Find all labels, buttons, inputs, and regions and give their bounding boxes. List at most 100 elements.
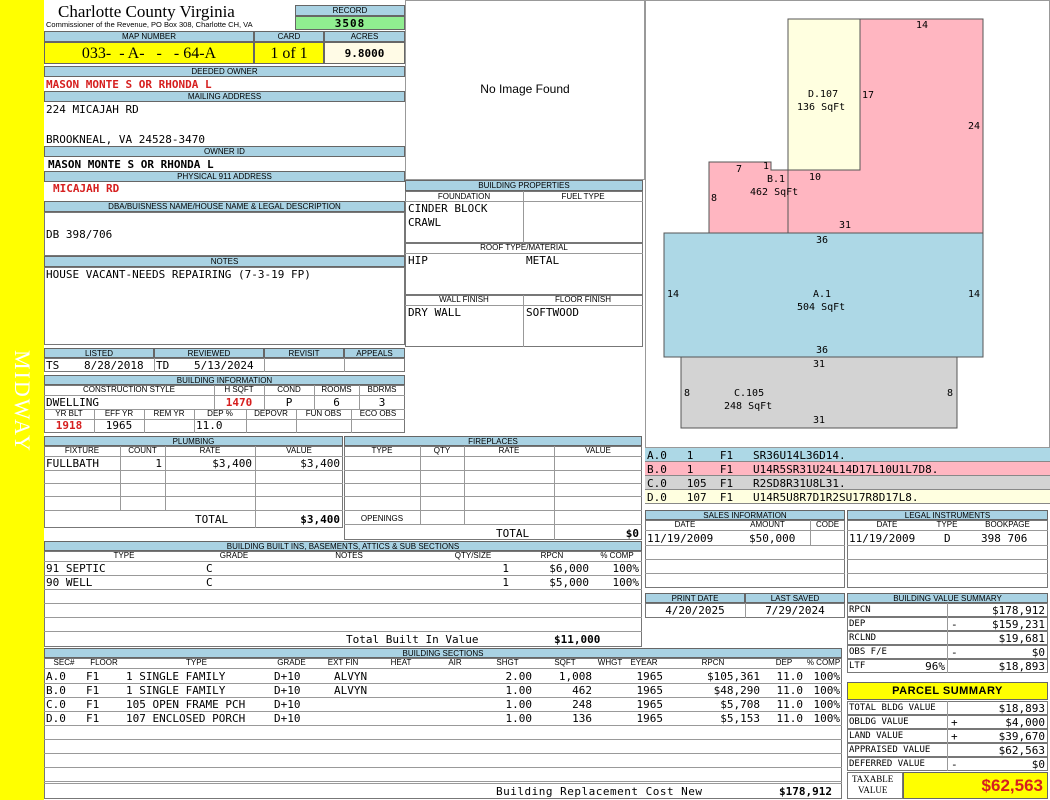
- sales-amount: $50,000: [749, 532, 796, 545]
- sec-row3-grade: D+10: [274, 698, 301, 711]
- bi-row1-type: 91 SEPTIC: [46, 562, 106, 575]
- vector-text-a: A.0 1 F1 SR36U14L36D14.: [647, 449, 846, 462]
- sec-h-grade: GRADE: [277, 658, 306, 667]
- li-h-type: TYPE: [936, 520, 958, 529]
- plumb-h-fixture: FIXTURE: [64, 446, 100, 455]
- sec-row3-floor: F1: [86, 698, 100, 711]
- sec-row3-sec: C.0: [46, 698, 66, 711]
- dim-c-top: 31: [813, 359, 826, 370]
- li-date: 11/19/2009: [849, 532, 916, 545]
- parcel-summary-value: $0: [1031, 758, 1045, 771]
- builtins-label: BUILDING BUILT INS, BASEMENTS, ATTICS & …: [44, 541, 642, 551]
- sec-row4-shgt: 1.00: [505, 712, 533, 725]
- side-label: MIDWAY: [10, 350, 35, 453]
- foundation-line1: CINDER BLOCK: [408, 202, 488, 215]
- plumbing-label: PLUMBING: [44, 436, 343, 446]
- sec-h-whgt: WHGT: [597, 658, 623, 667]
- sec-row1-type: 1 SINGLE FAMILY: [126, 670, 226, 683]
- bi-total: $11,000: [554, 633, 601, 646]
- sec-row1-shgt: 2.00: [505, 670, 533, 683]
- mailing-line2: BROOKNEAL, VA 24528-3470: [46, 133, 205, 146]
- owner-id-label: OWNER ID: [44, 146, 405, 157]
- fire-h-qty: QTY: [433, 446, 451, 455]
- sec-row2-sec: B.0: [46, 684, 66, 697]
- sales-h-date: DATE: [674, 520, 696, 529]
- sales-h-code: CODE: [815, 520, 840, 529]
- sec-row4-sqft: 136: [572, 712, 592, 725]
- vector-text-d: D.0 107 F1 U14R5U8R7D1R2SU17R8D17L8.: [647, 491, 919, 504]
- parcel-summary-key: TOTAL BLDG VALUE: [849, 703, 936, 713]
- commissioner-address: Commissioner of the Revenue, PO Box 308,…: [46, 20, 253, 29]
- sec-row1-extfin: ALVYN: [334, 670, 368, 683]
- floor-label: FLOOR FINISH: [554, 295, 611, 304]
- fire-h-type: TYPE: [371, 446, 393, 455]
- dim-b-31: 31: [839, 220, 852, 231]
- sec-row1-dep: 11.0: [776, 670, 804, 683]
- bi-h-comp: % COMP: [600, 551, 634, 560]
- sec-h-sqft: SQFT: [554, 658, 576, 667]
- bi-h-qty: QTY/SIZE: [454, 551, 492, 560]
- roof-label: ROOF TYPE/MATERIAL: [480, 243, 568, 252]
- sec-row3-dep: 11.0: [776, 698, 804, 711]
- sketch-a-area: 504 SqFt: [797, 302, 846, 313]
- plumb-value: $3,400: [300, 457, 340, 470]
- parcel-summary-key: DEFERRED VALUE: [849, 759, 925, 769]
- listed-label: LISTED: [44, 348, 154, 358]
- vector-row-b: B.0 1 F1 U14R5SR31U24L14D17L10U1L7D8.: [645, 462, 1050, 476]
- roof-type: HIP: [408, 254, 428, 267]
- record-label: RECORD: [295, 5, 405, 16]
- bi-row2-comp: 100%: [612, 576, 640, 589]
- hsqft-value: 1470: [225, 396, 253, 409]
- fire-openings-label: OPENINGS: [360, 514, 404, 523]
- parcel-summary-title: PARCEL SUMMARY: [847, 682, 1048, 700]
- record-value: 3508: [295, 16, 405, 30]
- sec-row4-dep: 11.0: [776, 712, 804, 725]
- bi-row2-qty: 1: [502, 576, 509, 589]
- bi-row1-grade: C: [206, 562, 213, 575]
- sec-h-comp: % COMP: [806, 658, 841, 667]
- sec-h-floor: FLOOR: [90, 658, 118, 667]
- sec-row1-eyear: 1965: [636, 670, 664, 683]
- dim-d-top: 14: [916, 20, 929, 31]
- li-type: D: [944, 532, 951, 545]
- value-summary-value: $178,912: [992, 604, 1045, 617]
- sections-label: BUILDING SECTIONS: [44, 648, 842, 658]
- bdrms-label: BDRMS: [367, 385, 397, 394]
- value-summary-key: RCLND: [849, 633, 877, 643]
- sec-row4-rpcn: $5,153: [720, 712, 760, 725]
- map-number-label: MAP NUMBER: [44, 31, 254, 42]
- parcel-summary-value: $62,563: [998, 744, 1045, 757]
- mailing-address-label: MAILING ADDRESS: [44, 91, 405, 102]
- acres-value: 9.8000: [324, 42, 405, 64]
- plumb-h-value: VALUE: [286, 446, 312, 455]
- value-summary-key: OBS F/E: [849, 647, 887, 657]
- rooms-value: 6: [333, 396, 340, 409]
- value-summary-sign: -: [951, 646, 958, 659]
- value-summary-value: $19,681: [998, 632, 1045, 645]
- parcel-summary-value: $18,893: [998, 702, 1045, 715]
- sec-row1-grade: D+10: [274, 670, 301, 683]
- hsqft-label: H SQFT: [224, 385, 254, 394]
- dep-value: 11.0: [196, 419, 223, 432]
- appeals-label: APPEALS: [344, 348, 405, 358]
- sketch-c-name: C.105: [734, 388, 765, 399]
- county-title: Charlotte County Virginia: [58, 2, 235, 21]
- bi-row1-comp: 100%: [612, 562, 640, 575]
- yrblt-value: 1918: [55, 419, 83, 432]
- fire-h-value: VALUE: [585, 446, 611, 455]
- sales-h-amount: AMOUNT: [750, 520, 785, 529]
- sec-row3-shgt: 1.00: [505, 698, 533, 711]
- sec-row1-comp: 100%: [813, 670, 841, 683]
- owner-id-value: MASON MONTE S OR RHONDA L: [48, 158, 214, 171]
- sec-row2-shgt: 1.00: [505, 684, 533, 697]
- last-saved-label: LAST SAVED: [745, 593, 845, 603]
- wall-label: WALL FINISH: [439, 295, 489, 304]
- sec-row2-extfin: ALVYN: [334, 684, 368, 697]
- value-summary-key: DEP: [849, 619, 866, 629]
- sec-row2-floor: F1: [86, 684, 100, 697]
- sketch-d-area: 136 SqFt: [797, 102, 846, 113]
- value-summary-value: $18,893: [998, 660, 1045, 673]
- sketch-a-name: A.1: [813, 289, 832, 300]
- last-saved-value: 7/29/2024: [765, 604, 825, 617]
- bi-h-notes: NOTES: [335, 551, 363, 560]
